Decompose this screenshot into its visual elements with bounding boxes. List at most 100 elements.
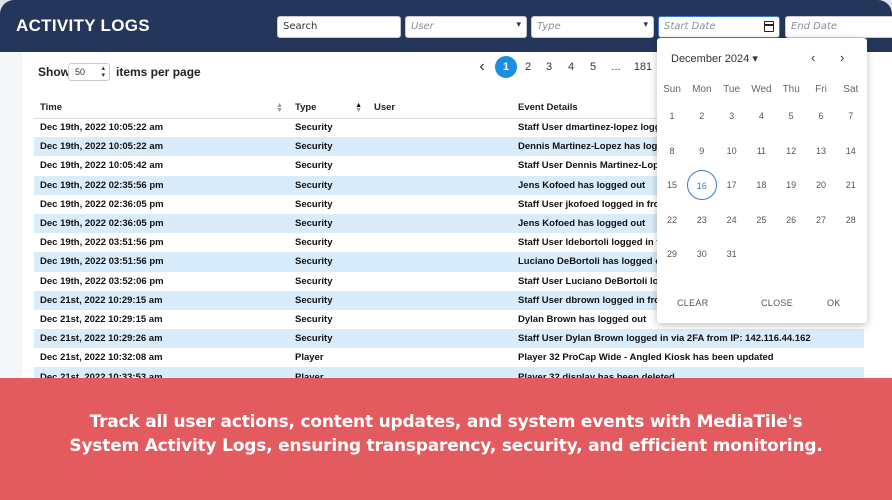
page-button[interactable]: 181 bbox=[632, 56, 654, 78]
calendar-day[interactable]: 25 bbox=[746, 205, 776, 235]
calendar-day[interactable]: 19 bbox=[776, 170, 806, 200]
caret-down-icon: ▾ bbox=[752, 53, 758, 65]
calendar-day[interactable]: 26 bbox=[776, 205, 806, 235]
calendar-day[interactable]: 22 bbox=[657, 205, 687, 235]
cell-time: Dec 21st, 2022 10:29:15 am bbox=[34, 290, 289, 310]
close-button[interactable]: CLOSE bbox=[761, 298, 793, 308]
page-button[interactable]: 4 bbox=[563, 56, 579, 78]
weekday-label: Sat bbox=[843, 84, 859, 95]
cell-user bbox=[368, 118, 512, 137]
end-date-input[interactable]: End Date bbox=[785, 16, 892, 38]
calendar-day[interactable]: 16 bbox=[686, 170, 717, 200]
calendar-day[interactable]: 7 bbox=[836, 101, 866, 131]
per-page-select[interactable]: 50 ▴ ▾ bbox=[68, 63, 110, 81]
cell-time: Dec 19th, 2022 03:51:56 pm bbox=[34, 252, 289, 272]
cell-event-details: Player 32 ProCap Wide - Angled Kiosk has… bbox=[518, 352, 774, 364]
month-label: December 2024 bbox=[671, 53, 750, 65]
user-select[interactable]: User ▾ bbox=[405, 16, 527, 38]
weekday-label: Wed bbox=[751, 84, 772, 95]
type-select[interactable]: Type ▾ bbox=[531, 16, 654, 38]
calendar-day[interactable]: 24 bbox=[717, 205, 747, 235]
calendar-day[interactable]: 15 bbox=[657, 170, 687, 200]
prev-month-icon[interactable]: ‹ bbox=[811, 50, 815, 65]
next-month-icon[interactable]: › bbox=[840, 50, 844, 65]
calendar-day[interactable]: 31 bbox=[717, 239, 747, 269]
end-date-placeholder: End Date bbox=[791, 21, 838, 32]
cell-type: Security bbox=[295, 237, 333, 249]
calendar-day[interactable]: 14 bbox=[836, 136, 866, 166]
calendar-day[interactable]: 27 bbox=[806, 205, 836, 235]
type-select-label: Type bbox=[537, 21, 561, 32]
calendar-day[interactable]: 9 bbox=[687, 136, 717, 166]
column-header-type[interactable]: Type ▲ ▼ bbox=[289, 98, 368, 119]
calendar-day[interactable]: 13 bbox=[806, 136, 836, 166]
month-select[interactable]: December 2024 ▾ bbox=[671, 52, 758, 65]
calendar-day[interactable]: 29 bbox=[657, 239, 687, 269]
sort-asc-icon[interactable]: ▲ ▼ bbox=[355, 102, 362, 114]
cell-type: Security bbox=[289, 175, 368, 195]
calendar-day[interactable]: 21 bbox=[836, 170, 866, 200]
calendar-day[interactable]: 17 bbox=[717, 170, 747, 200]
banner-line-2: System Activity Logs, ensuring transpare… bbox=[69, 436, 823, 456]
calendar-day[interactable]: 23 bbox=[687, 205, 717, 235]
weekday-label: Mon bbox=[692, 84, 712, 95]
search-placeholder: Search bbox=[283, 21, 318, 32]
column-label: Event Details bbox=[518, 102, 578, 114]
cell-type: Security bbox=[295, 275, 333, 287]
cell-type: Security bbox=[295, 313, 333, 325]
calendar-day[interactable]: 28 bbox=[836, 205, 866, 235]
chevron-down-icon: ▾ bbox=[516, 20, 521, 30]
calendar-day[interactable]: 30 bbox=[687, 239, 717, 269]
calendar-day[interactable]: 20 bbox=[806, 170, 836, 200]
up-down-icon: ▴ ▾ bbox=[101, 65, 105, 79]
column-header-time[interactable]: Time ▲ ▼ bbox=[34, 98, 289, 119]
calendar-day[interactable]: 8 bbox=[657, 136, 687, 166]
clear-button[interactable]: CLEAR bbox=[677, 298, 709, 308]
column-header-user[interactable]: User bbox=[368, 98, 512, 119]
page-button[interactable]: 3 bbox=[541, 56, 557, 78]
calendar-day[interactable]: 2 bbox=[687, 101, 717, 131]
page-title: ACTIVITY LOGS bbox=[16, 16, 150, 35]
cell-time: Dec 19th, 2022 10:05:42 am bbox=[40, 160, 164, 172]
cell-user bbox=[368, 290, 512, 310]
cell-user bbox=[368, 195, 512, 214]
calendar-day[interactable]: 10 bbox=[717, 136, 747, 166]
calendar-day[interactable]: 1 bbox=[657, 101, 687, 131]
start-date-input[interactable]: Start Date bbox=[658, 16, 780, 38]
calendar-day[interactable]: 6 bbox=[806, 101, 836, 131]
table-row[interactable]: Dec 21st, 2022 10:29:26 am Security Staff … bbox=[34, 329, 864, 349]
sort-icon[interactable]: ▲ ▼ bbox=[276, 102, 283, 114]
cell-user bbox=[368, 348, 512, 367]
cell-time: Dec 19th, 2022 02:36:05 pm bbox=[34, 213, 289, 234]
calendar-icon[interactable] bbox=[764, 21, 774, 32]
cell-user bbox=[368, 156, 512, 175]
show-label: Show bbox=[38, 65, 70, 79]
banner-line-1: Track all user actions, content updates,… bbox=[89, 412, 803, 432]
cell-type: Security bbox=[295, 198, 333, 210]
cell-user bbox=[368, 137, 512, 157]
items-per-page-label: items per page bbox=[116, 65, 201, 79]
cell-time: Dec 19th, 2022 03:51:56 pm bbox=[40, 237, 164, 249]
calendar-day[interactable]: 12 bbox=[776, 136, 806, 166]
weekday-label: Fri bbox=[815, 84, 827, 95]
calendar-day[interactable]: 5 bbox=[776, 101, 806, 131]
column-label: User bbox=[374, 102, 396, 114]
cell-time: Dec 21st, 2022 10:32:08 am bbox=[40, 352, 163, 364]
cell-user bbox=[368, 213, 512, 234]
page-button[interactable]: 2 bbox=[520, 56, 536, 78]
calendar-day[interactable]: 3 bbox=[717, 101, 747, 131]
prev-page-button[interactable]: ‹ bbox=[474, 56, 490, 78]
cell-time: Dec 19th, 2022 10:05:22 am bbox=[40, 122, 164, 134]
per-page-value: 50 bbox=[75, 67, 86, 77]
cell-user bbox=[368, 329, 512, 349]
calendar-day[interactable]: 11 bbox=[746, 136, 776, 166]
page-button[interactable]: 1 bbox=[495, 56, 517, 78]
search-input[interactable]: Search bbox=[277, 16, 401, 38]
calendar-day[interactable]: 4 bbox=[746, 101, 776, 131]
calendar-day[interactable]: 18 bbox=[746, 170, 776, 200]
start-date-placeholder: Start Date bbox=[664, 21, 716, 32]
page-button[interactable]: 5 bbox=[585, 56, 601, 78]
ok-button[interactable]: OK bbox=[827, 298, 841, 308]
table-row[interactable]: Dec 21st, 2022 10:32:08 am Player Player 3… bbox=[34, 348, 864, 367]
cell-type: Security bbox=[289, 290, 368, 310]
